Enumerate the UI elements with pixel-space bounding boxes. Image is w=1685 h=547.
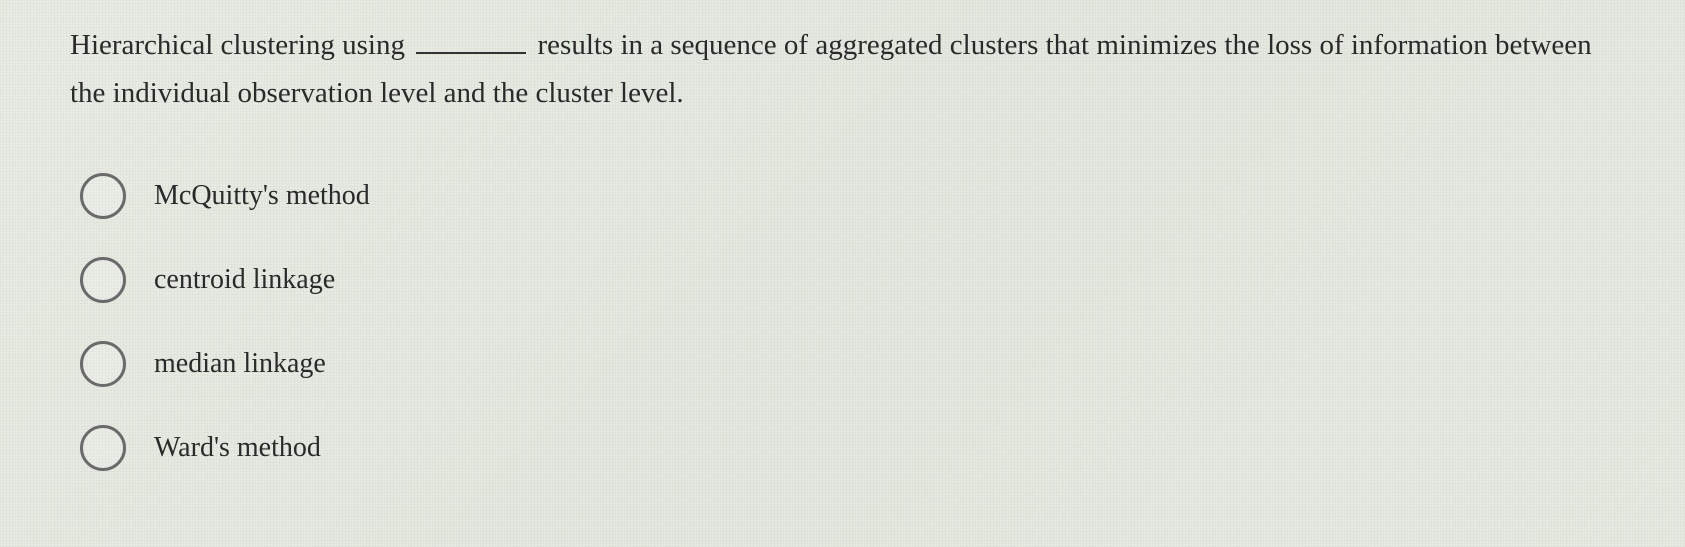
radio-icon (80, 425, 126, 471)
radio-icon (80, 173, 126, 219)
option-label: centroid linkage (154, 264, 335, 296)
radio-icon (80, 257, 126, 303)
question-part-1: Hierarchical clustering using (70, 29, 412, 61)
options-group: McQuitty's method centroid linkage media… (70, 173, 1615, 471)
option-ward[interactable]: Ward's method (80, 425, 1615, 471)
option-median[interactable]: median linkage (80, 341, 1615, 387)
option-centroid[interactable]: centroid linkage (80, 257, 1615, 303)
option-label: Ward's method (154, 432, 321, 464)
question-text: Hierarchical clustering using results in… (70, 22, 1615, 118)
option-label: median linkage (154, 348, 326, 380)
radio-icon (80, 341, 126, 387)
option-mcquitty[interactable]: McQuitty's method (80, 173, 1615, 219)
option-label: McQuitty's method (154, 180, 370, 212)
fill-blank (416, 26, 526, 54)
quiz-container: Hierarchical clustering using results in… (0, 0, 1685, 539)
